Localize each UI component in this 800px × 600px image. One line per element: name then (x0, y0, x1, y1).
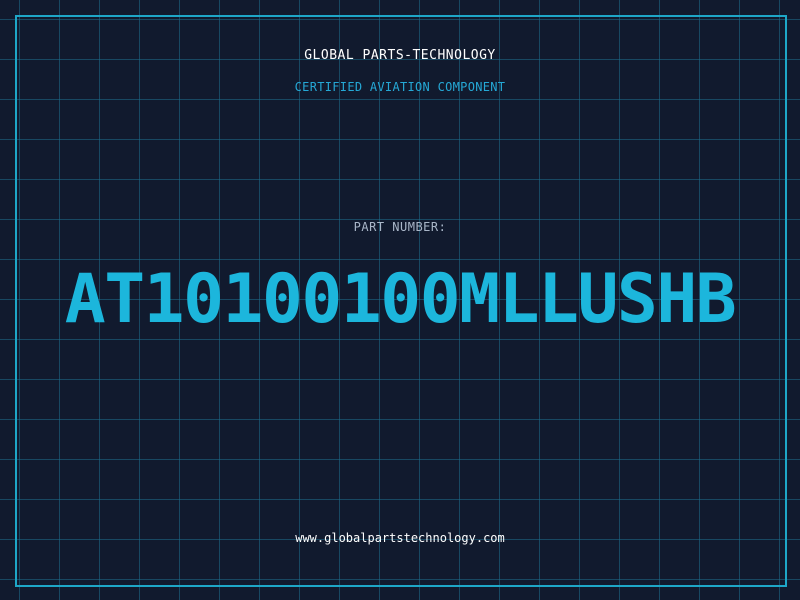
certification-subtitle: CERTIFIED AVIATION COMPONENT (294, 80, 506, 94)
part-label-card: GLOBAL PARTS-TECHNOLOGY CERTIFIED AVIATI… (0, 0, 800, 600)
company-name: GLOBAL PARTS-TECHNOLOGY (304, 48, 496, 63)
website-url: www.globalpartstechnology.com (295, 531, 505, 545)
part-number-label: PART NUMBER: (353, 220, 447, 234)
part-number-value: AT10100100MLLUSHB (64, 260, 737, 339)
